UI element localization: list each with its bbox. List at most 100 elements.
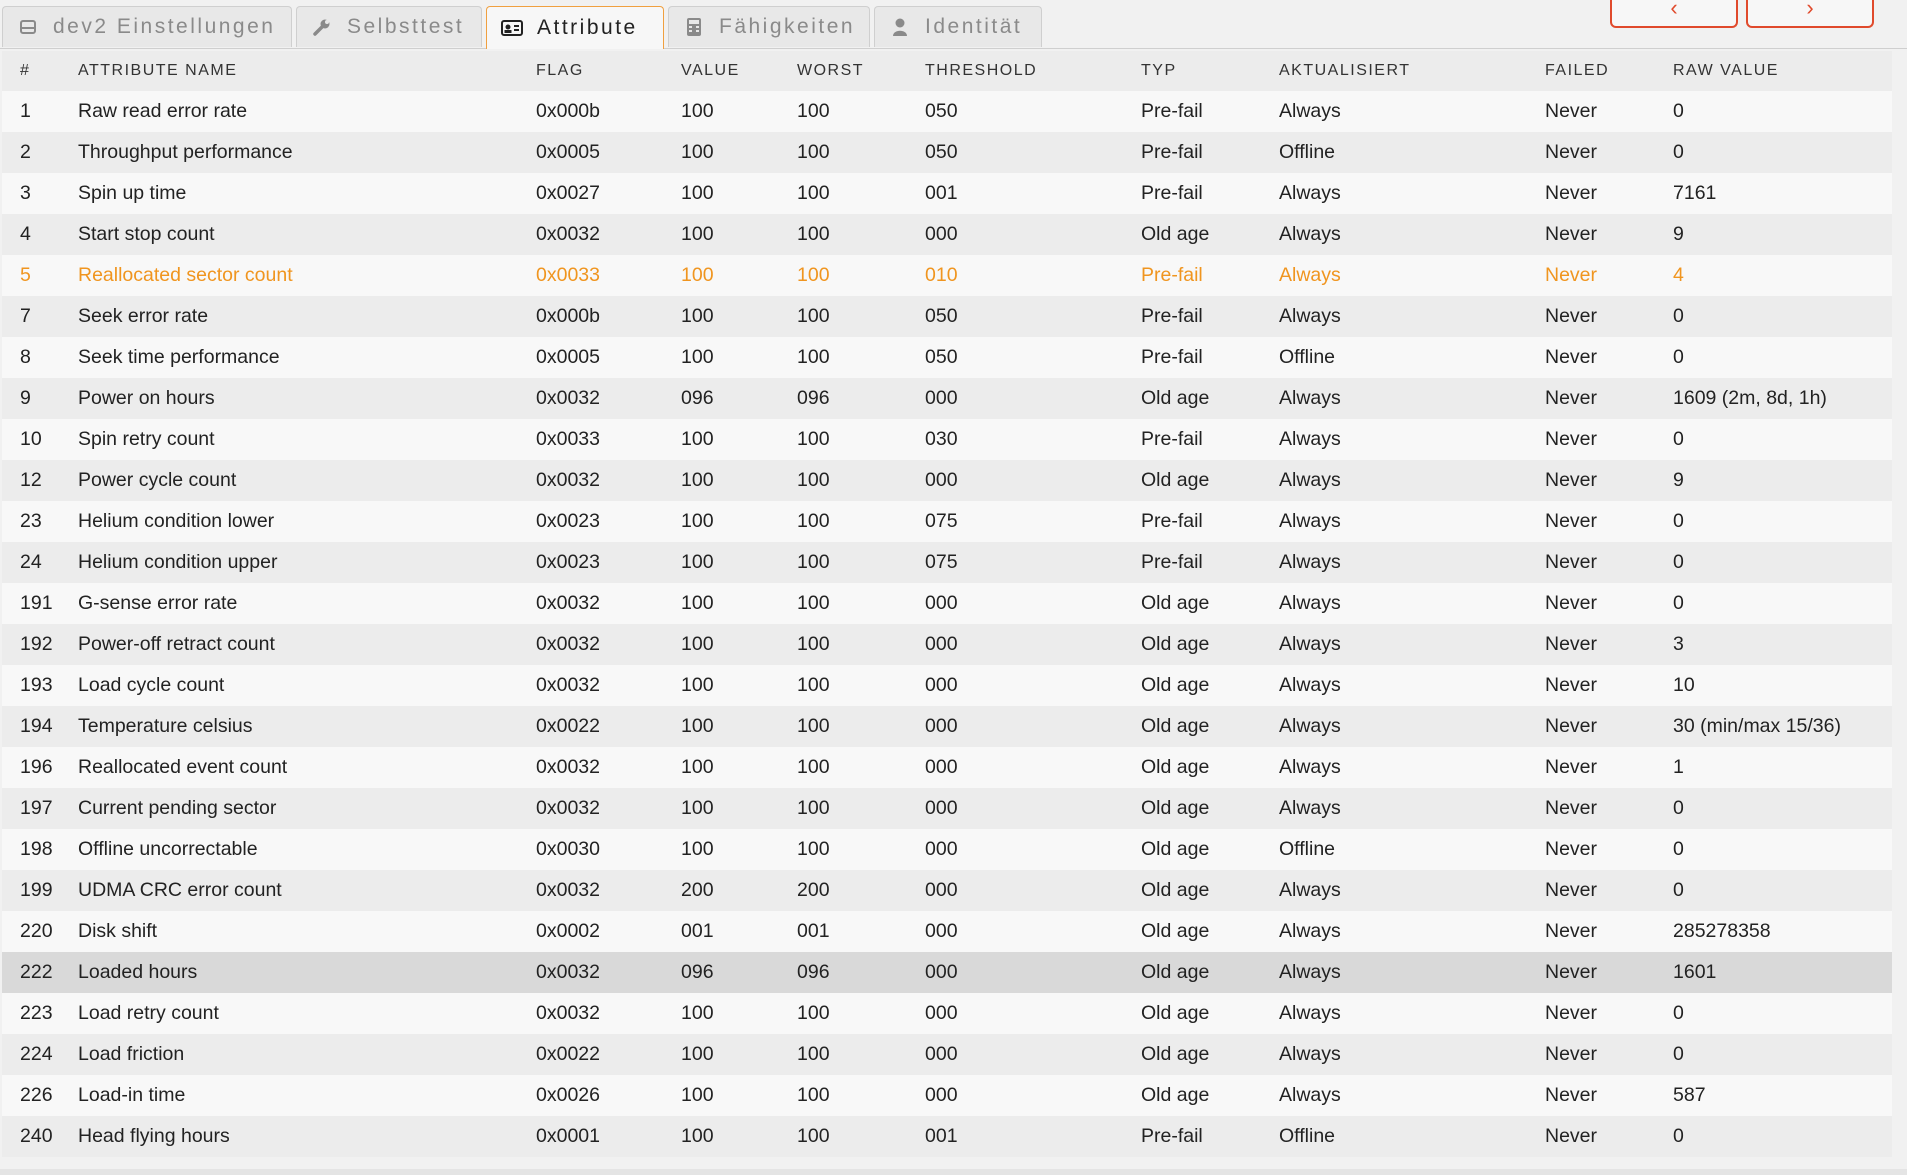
table-row[interactable]: 194 Temperature celsius 0x0022 100 100 000 Old… bbox=[2, 706, 1892, 747]
table-cell: Always bbox=[1261, 788, 1527, 829]
table-cell: 100 bbox=[663, 1116, 779, 1157]
table-cell: 0x0026 bbox=[518, 1075, 663, 1116]
table-cell: Power on hours bbox=[60, 378, 518, 419]
table-cell: 191 bbox=[2, 583, 60, 624]
tab-faehigkeiten[interactable]: Fähigkeiten bbox=[668, 6, 870, 47]
table-cell: Never bbox=[1527, 337, 1655, 378]
table-cell: 1 bbox=[1655, 747, 1892, 788]
table-row[interactable]: 197 Current pending sector 0x0032 100 100 000… bbox=[2, 788, 1892, 829]
column-header[interactable]: AKTUALISIERT bbox=[1261, 51, 1527, 91]
table-cell: Old age bbox=[1123, 747, 1261, 788]
table-cell: 030 bbox=[907, 419, 1123, 460]
table-cell: Always bbox=[1261, 1075, 1527, 1116]
table-cell: Never bbox=[1527, 624, 1655, 665]
table-cell: Offline bbox=[1261, 132, 1527, 173]
table-cell: Offline uncorrectable bbox=[60, 829, 518, 870]
table-row[interactable]: 7 Seek error rate 0x000b 100 100 050 Pre-fail A… bbox=[2, 296, 1892, 337]
table-row[interactable]: 8 Seek time performance 0x0005 100 100 050 Pre… bbox=[2, 337, 1892, 378]
table-cell: Spin retry count bbox=[60, 419, 518, 460]
table-cell: Old age bbox=[1123, 214, 1261, 255]
table-cell: 100 bbox=[779, 829, 907, 870]
table-row[interactable]: 199 UDMA CRC error count 0x0032 200 200 000 Ol… bbox=[2, 870, 1892, 911]
table-cell: 10 bbox=[2, 419, 60, 460]
table-row[interactable]: 4 Start stop count 0x0032 100 100 000 Old age A… bbox=[2, 214, 1892, 255]
table-cell: 0 bbox=[1655, 1116, 1892, 1157]
table-cell: 100 bbox=[663, 1034, 779, 1075]
table-cell: 0x0033 bbox=[518, 419, 663, 460]
table-cell: Offline bbox=[1261, 829, 1527, 870]
table-cell: Helium condition lower bbox=[60, 501, 518, 542]
next-button[interactable]: › bbox=[1746, 0, 1874, 28]
table-cell: Temperature celsius bbox=[60, 706, 518, 747]
table-cell: 100 bbox=[663, 1075, 779, 1116]
table-cell: 075 bbox=[907, 542, 1123, 583]
table-cell: 0x0001 bbox=[518, 1116, 663, 1157]
table-cell: Start stop count bbox=[60, 214, 518, 255]
tab-einstellungen[interactable]: dev2 Einstellungen bbox=[2, 6, 292, 47]
column-header[interactable]: VALUE bbox=[663, 51, 779, 91]
table-row[interactable]: 240 Head flying hours 0x0001 100 100 001 Pre-f… bbox=[2, 1116, 1892, 1157]
table-cell: 1 bbox=[2, 91, 60, 132]
table-row[interactable]: 224 Load friction 0x0022 100 100 000 Old age Al… bbox=[2, 1034, 1892, 1075]
table-row[interactable]: 192 Power-off retract count 0x0032 100 100 00… bbox=[2, 624, 1892, 665]
table-cell: 001 bbox=[907, 173, 1123, 214]
tab-identitaet[interactable]: Identität bbox=[874, 6, 1042, 47]
table-cell: Always bbox=[1261, 665, 1527, 706]
table-cell: 100 bbox=[779, 1034, 907, 1075]
table-row[interactable]: 23 Helium condition lower 0x0023 100 100 075 P… bbox=[2, 501, 1892, 542]
table-cell: Always bbox=[1261, 419, 1527, 460]
table-cell: 100 bbox=[663, 829, 779, 870]
column-header[interactable]: RAW VALUE bbox=[1655, 51, 1892, 91]
table-row[interactable]: 3 Spin up time 0x0027 100 100 001 Pre-fail Alwa… bbox=[2, 173, 1892, 214]
table-cell: Loaded hours bbox=[60, 952, 518, 993]
column-header[interactable]: THRESHOLD bbox=[907, 51, 1123, 91]
tab-selbsttest[interactable]: Selbsttest bbox=[296, 6, 482, 47]
table-cell: 100 bbox=[663, 419, 779, 460]
table-row[interactable]: 1 Raw read error rate 0x000b 100 100 050 Pre-f… bbox=[2, 91, 1892, 132]
table-cell: Reallocated event count bbox=[60, 747, 518, 788]
table-cell: 100 bbox=[779, 214, 907, 255]
table-row[interactable]: 2 Throughput performance 0x0005 100 100 050 Pr… bbox=[2, 132, 1892, 173]
tab-attribute[interactable]: Attribute bbox=[486, 6, 664, 49]
table-cell: 0x000b bbox=[518, 91, 663, 132]
table-cell: 100 bbox=[663, 788, 779, 829]
table-cell: 5 bbox=[2, 255, 60, 296]
table-cell: Pre-fail bbox=[1123, 296, 1261, 337]
table-row[interactable]: 193 Load cycle count 0x0032 100 100 000 Old ag… bbox=[2, 665, 1892, 706]
table-cell: Never bbox=[1527, 747, 1655, 788]
table-row[interactable]: 196 Reallocated event count 0x0032 100 100 00… bbox=[2, 747, 1892, 788]
column-header[interactable]: WORST bbox=[779, 51, 907, 91]
table-row[interactable]: 220 Disk shift 0x0002 001 001 000 Old age Alway… bbox=[2, 911, 1892, 952]
column-header[interactable]: TYP bbox=[1123, 51, 1261, 91]
table-row[interactable]: 5 Reallocated sector count 0x0033 100 100 010… bbox=[2, 255, 1892, 296]
column-header[interactable]: FAILED bbox=[1527, 51, 1655, 91]
table-row[interactable]: 191 G-sense error rate 0x0032 100 100 000 Old … bbox=[2, 583, 1892, 624]
table-cell: 000 bbox=[907, 870, 1123, 911]
table-cell: 0 bbox=[1655, 788, 1892, 829]
table-cell: Always bbox=[1261, 173, 1527, 214]
table-cell: 0 bbox=[1655, 993, 1892, 1034]
table-cell: 0 bbox=[1655, 419, 1892, 460]
table-cell: Never bbox=[1527, 91, 1655, 132]
table-row[interactable]: 10 Spin retry count 0x0033 100 100 030 Pre-fai… bbox=[2, 419, 1892, 460]
table-cell: Always bbox=[1261, 378, 1527, 419]
table-cell: Old age bbox=[1123, 665, 1261, 706]
table-row[interactable]: 223 Load retry count 0x0032 100 100 000 Old ag… bbox=[2, 993, 1892, 1034]
attributes-table: # ATTRIBUTE NAME FLAG VALUE WORST THRESH… bbox=[2, 51, 1892, 1157]
table-row[interactable]: 198 Offline uncorrectable 0x0030 100 100 000 O… bbox=[2, 829, 1892, 870]
column-header[interactable]: # bbox=[2, 51, 60, 91]
table-row[interactable]: 9 Power on hours 0x0032 096 096 000 Old age Alw… bbox=[2, 378, 1892, 419]
table-cell: 000 bbox=[907, 993, 1123, 1034]
table-cell: 000 bbox=[907, 378, 1123, 419]
table-row[interactable]: 226 Load-in time 0x0026 100 100 000 Old age Alw… bbox=[2, 1075, 1892, 1116]
table-row[interactable]: 222 Loaded hours 0x0032 096 096 000 Old age Alw… bbox=[2, 952, 1892, 993]
bottom-border bbox=[0, 1169, 1907, 1175]
prev-button[interactable]: ‹ bbox=[1610, 0, 1738, 28]
table-cell: 0x000b bbox=[518, 296, 663, 337]
column-header[interactable]: ATTRIBUTE NAME bbox=[60, 51, 518, 91]
table-row[interactable]: 12 Power cycle count 0x0032 100 100 000 Old ag… bbox=[2, 460, 1892, 501]
table-row[interactable]: 24 Helium condition upper 0x0023 100 100 075 P… bbox=[2, 542, 1892, 583]
table-cell: 000 bbox=[907, 214, 1123, 255]
column-header[interactable]: FLAG bbox=[518, 51, 663, 91]
table-cell: Pre-fail bbox=[1123, 542, 1261, 583]
